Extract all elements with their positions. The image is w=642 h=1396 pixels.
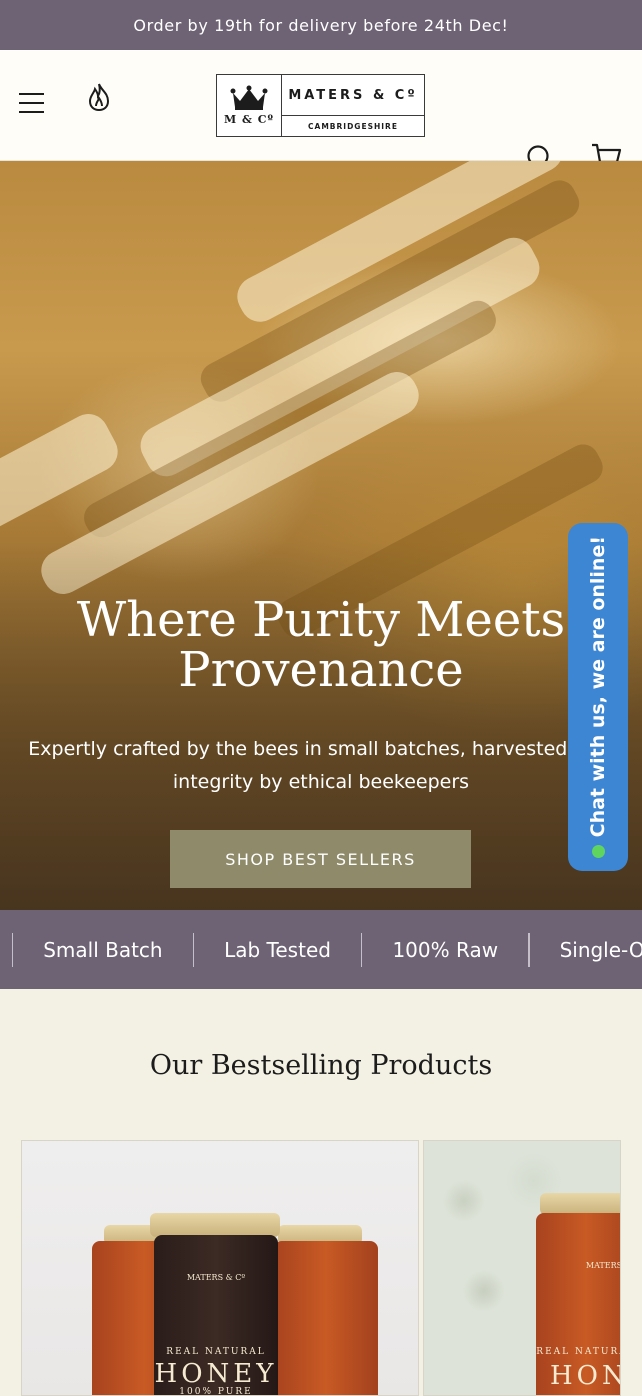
bestsellers-title: Our Bestselling Products [149,1050,493,1081]
jar-brand: MATERS & Cº [186,1273,246,1282]
product-card[interactable]: MATERS REAL NATURAL HON [423,1140,621,1396]
jar-pure: 100% PURE [179,1387,253,1396]
marquee-item: 100% Raw [392,937,499,962]
marquee-divider [192,932,195,967]
online-status-dot [591,845,605,859]
hero-title: Where Purity Meets Provenance [76,592,566,698]
shop-best-sellers-button[interactable]: SHOP BEST SELLERS [170,830,471,888]
announcement-bar: Order by 19th for delivery before 24th D… [0,0,642,50]
jar-label: REAL NATURAL [166,1347,266,1357]
logo-subtitle: CAMBRIDGESHIRE [308,121,398,131]
features-marquee: g Small Batch Lab Tested 100% Raw Single… [0,910,642,989]
logo-wordmark: MATERS & Cº [282,75,424,116]
marquee-divider [528,932,530,967]
jar-brand: MATERS [585,1261,621,1270]
marquee-divider [11,932,14,967]
marquee-item: Lab Tested [224,937,331,962]
site-header: M & Cº MATERS & Cº CAMBRIDGESHIRE [0,50,642,171]
logo-crest: M & Cº [217,75,282,136]
chat-widget-button[interactable]: Chat with us, we are online! [568,523,628,871]
marquee-divider [360,932,363,967]
crown-icon [230,85,268,110]
menu-icon[interactable] [19,93,45,115]
site-logo[interactable]: M & Cº MATERS & Cº CAMBRIDGESHIRE [216,74,425,137]
jar-word: HONEY [154,1359,278,1389]
chat-label: Chat with us, we are online! [587,535,609,838]
marquee-item: Small Batch [43,937,163,962]
flame-icon[interactable] [86,82,112,112]
announcement-text: Order by 19th for delivery before 24th D… [133,15,509,35]
product-card[interactable]: MATERS & Cº REAL NATURAL HONEY 100% PURE [21,1140,419,1396]
marquee-item: Single-O [559,937,642,962]
logo-monogram: M & Cº [223,113,275,126]
jar-word: HON [550,1361,621,1391]
hero-banner: Where Purity Meets Provenance Expertly c… [0,161,642,910]
jar-label: REAL NATURAL [536,1347,620,1357]
hero-subtitle: Expertly crafted by the bees in small ba… [28,738,614,793]
